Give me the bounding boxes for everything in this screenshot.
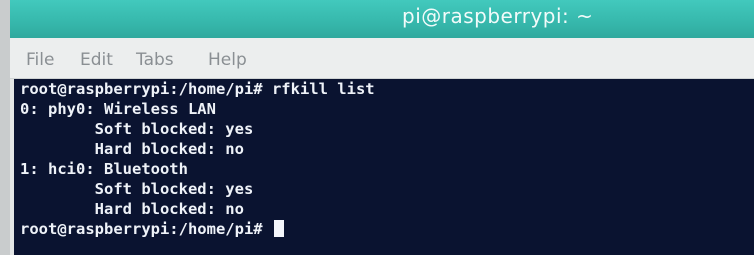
terminal-line: Soft blocked: yes: [20, 180, 254, 198]
menu-file[interactable]: File: [26, 50, 54, 70]
terminal-line: Hard blocked: no: [20, 200, 244, 218]
screen: pi@raspberrypi: ~ File Edit Tabs Help ro…: [0, 0, 754, 255]
menu-help[interactable]: Help: [208, 50, 247, 70]
terminal-line: 0: phy0: Wireless LAN: [20, 100, 216, 118]
terminal-line: Hard blocked: no: [20, 140, 244, 158]
window-title: pi@raspberrypi: ~: [402, 4, 594, 28]
menu-tabs[interactable]: Tabs: [136, 50, 174, 70]
terminal-window: pi@raspberrypi: ~ File Edit Tabs Help ro…: [10, 0, 754, 255]
text-cursor: [273, 220, 284, 237]
menu-bar: File Edit Tabs Help: [10, 38, 754, 79]
terminal-prompt-line[interactable]: root@raspberrypi:/home/pi#: [20, 219, 375, 239]
menu-edit[interactable]: Edit: [80, 50, 113, 70]
screen-bezel: [0, 0, 10, 255]
terminal-line: Soft blocked: yes: [20, 120, 254, 138]
terminal-output-area[interactable]: root@raspberrypi:/home/pi# rfkill list 0…: [14, 79, 754, 255]
window-titlebar[interactable]: pi@raspberrypi: ~: [10, 0, 754, 38]
terminal-prompt: root@raspberrypi:/home/pi#: [20, 220, 272, 238]
terminal-line: 1: hci0: Bluetooth: [20, 160, 188, 178]
terminal-lines: root@raspberrypi:/home/pi# rfkill list 0…: [20, 79, 375, 239]
terminal-line: root@raspberrypi:/home/pi# rfkill list: [20, 80, 375, 98]
